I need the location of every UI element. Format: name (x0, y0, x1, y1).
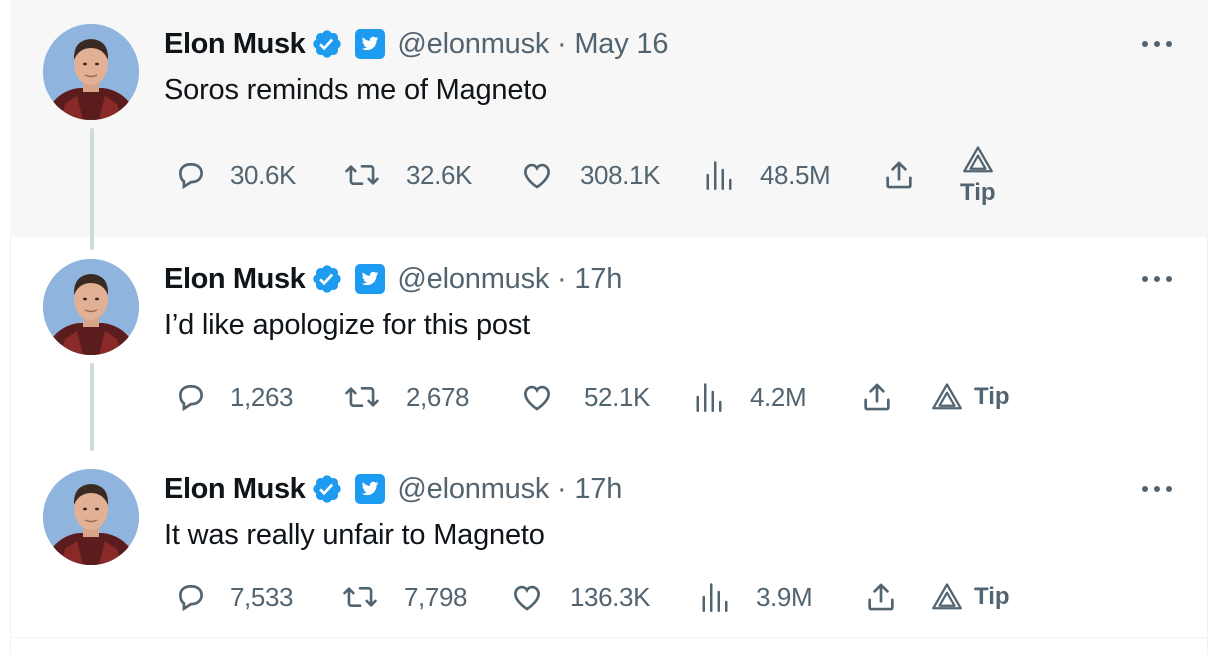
share-icon (868, 583, 894, 611)
reply-button[interactable]: 30.6K (174, 150, 296, 200)
thread-connector-line (90, 363, 94, 451)
tip-icon (932, 383, 962, 410)
reply-icon (179, 585, 203, 612)
avatar-photo (43, 469, 139, 565)
views-button[interactable]: 4.2M (694, 372, 807, 422)
tip-button[interactable]: Tip (960, 145, 996, 207)
tweet-actions: 7,533 7,798 136.3K 3.9M Tip (164, 572, 1064, 622)
like-icon (524, 163, 550, 189)
views-icon (706, 161, 732, 190)
more-dots-icon[interactable] (1142, 482, 1172, 496)
avatar-photo (43, 24, 139, 120)
tweet-header: Elon Musk @elonmusk · May 16 (164, 27, 668, 61)
tip-label: Tip (974, 383, 1010, 410)
retweet-button[interactable]: 7,798 (342, 572, 467, 622)
more-dots-icon[interactable] (1142, 37, 1172, 51)
more-dots-icon[interactable] (1142, 272, 1172, 286)
tweet-text: Soros reminds me of Magneto (164, 74, 548, 106)
handle-and-timestamp[interactable]: @elonmusk · May 16 (397, 28, 668, 61)
tip-label: Tip (960, 179, 996, 206)
twitter-bird-badge-icon (355, 264, 386, 294)
reply-count: 1,263 (230, 381, 294, 412)
tip-label: Tip (974, 583, 1010, 610)
handle-and-timestamp[interactable]: @elonmusk · 17h (397, 473, 622, 506)
share-icon (886, 161, 912, 189)
views-count: 48.5M (760, 159, 831, 190)
reply-icon (179, 385, 203, 412)
author-name[interactable]: Elon Musk (164, 28, 306, 61)
tweet[interactable]: Elon Musk @elonmusk · 17h I’d like apolo… (10, 237, 1208, 447)
avatar[interactable] (43, 469, 139, 565)
tweet[interactable]: Elon Musk @elonmusk · 17h It was really … (10, 447, 1208, 637)
tweet-text: It was really unfair to Magneto (164, 519, 545, 551)
reply-count: 7,533 (230, 581, 294, 612)
like-button[interactable]: 52.1K (520, 372, 650, 422)
avatar[interactable] (43, 259, 139, 355)
like-button[interactable]: 136.3K (510, 572, 650, 622)
like-icon (514, 585, 540, 611)
retweet-icon (343, 586, 377, 608)
tweet-actions: 1,263 2,678 52.1K 4.2M Tip (164, 372, 1064, 422)
tip-button[interactable]: Tip (930, 372, 1010, 422)
share-button[interactable] (864, 572, 898, 622)
retweet-button[interactable]: 2,678 (344, 372, 469, 422)
twitter-bird-badge-icon (355, 29, 386, 59)
timeline: Elon Musk @elonmusk · May 16 Soros remin… (10, 0, 1208, 654)
reply-icon (179, 163, 203, 190)
views-button[interactable]: 3.9M (700, 572, 813, 622)
like-button[interactable]: 308.1K (520, 150, 660, 200)
like-icon (524, 385, 550, 411)
views-count: 4.2M (750, 381, 807, 412)
verified-badge-icon (313, 265, 342, 293)
avatar-photo (43, 259, 139, 355)
views-button[interactable]: 48.5M (704, 150, 831, 200)
like-count: 308.1K (580, 159, 661, 190)
reply-count: 30.6K (230, 159, 296, 190)
views-icon (702, 583, 728, 612)
tweet-actions: 30.6K 32.6K 308.1K 48.5M Tip (164, 146, 1064, 206)
retweet-button[interactable]: 32.6K (344, 150, 472, 200)
handle-and-timestamp[interactable]: @elonmusk · 17h (397, 263, 622, 296)
tweet-divider (10, 637, 1208, 638)
retweet-count: 7,798 (404, 581, 468, 612)
reply-button[interactable]: 1,263 (174, 372, 293, 422)
views-icon (696, 383, 722, 412)
retweet-icon (345, 386, 379, 408)
verified-badge-icon (313, 30, 342, 58)
twitter-bird-badge-icon (355, 474, 386, 504)
reply-button[interactable]: 7,533 (174, 572, 293, 622)
tip-icon (962, 146, 993, 173)
tip-button[interactable]: Tip (930, 572, 1010, 622)
tweet-header: Elon Musk @elonmusk · 17h (164, 262, 622, 296)
avatar[interactable] (43, 24, 139, 120)
share-icon (864, 383, 890, 411)
verified-badge-icon (313, 475, 342, 503)
like-count: 52.1K (584, 381, 650, 412)
retweet-icon (345, 164, 379, 186)
like-count: 136.3K (570, 581, 651, 612)
retweet-count: 32.6K (406, 159, 472, 190)
author-name[interactable]: Elon Musk (164, 473, 306, 506)
share-button[interactable] (860, 372, 894, 422)
author-name[interactable]: Elon Musk (164, 263, 306, 296)
tweet-text: I’d like apologize for this post (164, 309, 530, 341)
retweet-count: 2,678 (406, 381, 470, 412)
thread-connector-line (90, 128, 94, 250)
tweet-header: Elon Musk @elonmusk · 17h (164, 472, 622, 506)
tip-icon (932, 583, 962, 610)
share-button[interactable] (882, 150, 916, 200)
views-count: 3.9M (756, 581, 813, 612)
tweet[interactable]: Elon Musk @elonmusk · May 16 Soros remin… (10, 0, 1208, 237)
